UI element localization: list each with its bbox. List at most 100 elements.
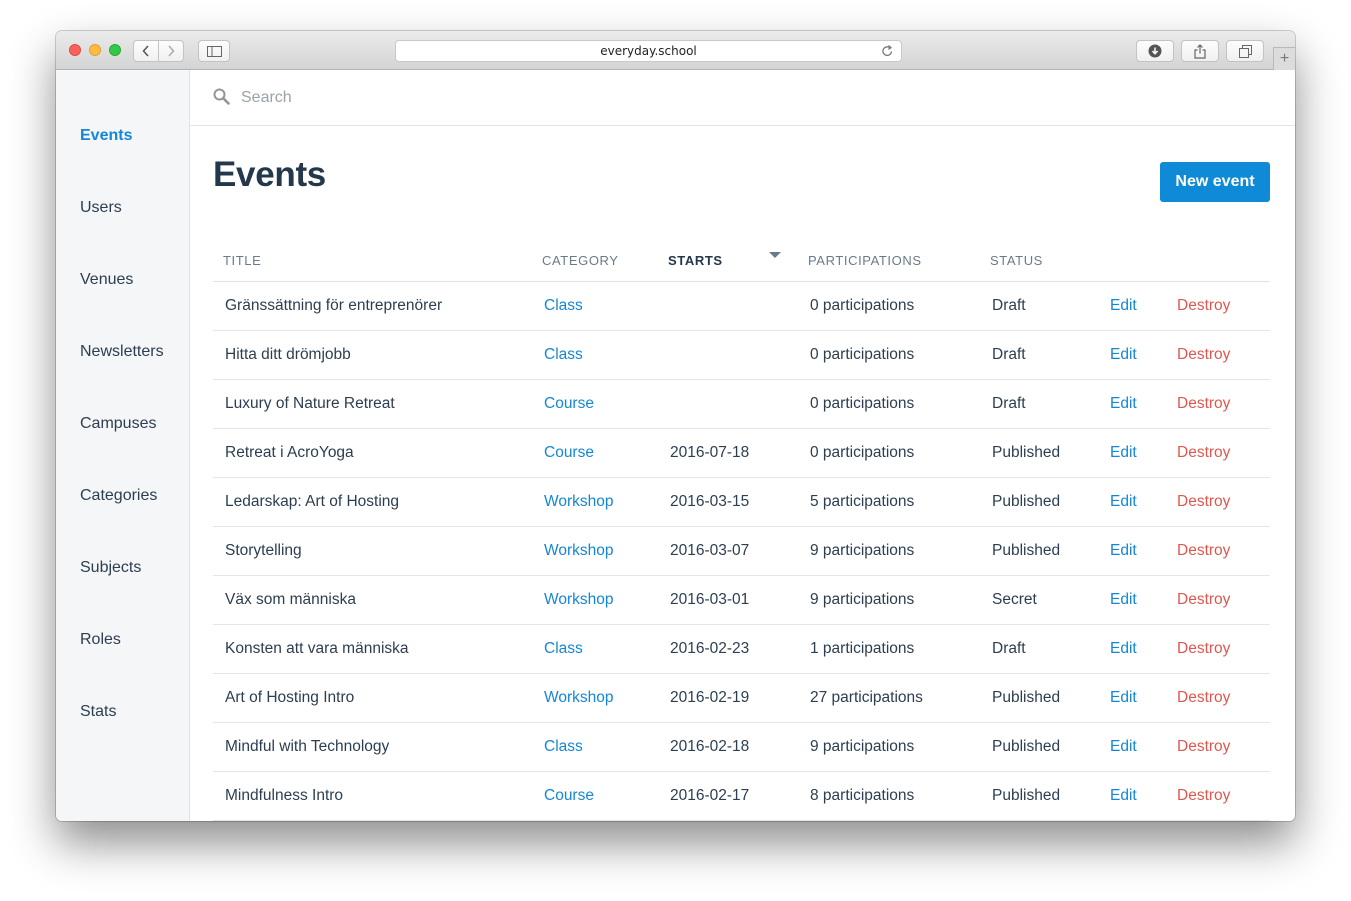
forward-button[interactable] [158,40,184,62]
row-status: Draft [992,297,1026,314]
row-category[interactable]: Workshop [544,591,614,609]
row-category[interactable]: Course [544,395,594,413]
browser-window: everyday.school + Events Users Venues Ne… [56,31,1295,821]
reload-icon[interactable] [881,44,894,58]
new-tab-button[interactable]: + [1273,47,1295,70]
sidebar-item-newsletters[interactable]: Newsletters [80,343,164,361]
edit-link[interactable]: Edit [1110,689,1137,707]
share-button[interactable] [1181,40,1219,62]
events-table: Title Category Starts Participations Sta… [213,240,1270,821]
row-title: Gränssättning för entreprenörer [225,297,443,314]
edit-link[interactable]: Edit [1110,346,1137,364]
download-icon [1148,44,1162,58]
destroy-link[interactable]: Destroy [1177,640,1230,658]
row-status: Published [992,738,1061,755]
sidebar-toggle-button[interactable] [198,40,230,62]
edit-link[interactable]: Edit [1110,542,1137,560]
row-status: Published [992,444,1061,461]
row-status: Published [992,542,1061,559]
row-category[interactable]: Class [544,346,583,364]
row-category[interactable]: Course [544,444,594,462]
row-participations: 0 participations [810,297,915,314]
minimize-window-button[interactable] [89,44,101,56]
destroy-link[interactable]: Destroy [1177,542,1230,560]
column-header-starts[interactable]: Starts [668,253,723,268]
sidebar-item-events[interactable]: Events [80,127,132,145]
row-category[interactable]: Class [544,297,583,315]
row-status: Secret [992,591,1037,608]
back-button[interactable] [133,40,159,62]
sidebar-item-venues[interactable]: Venues [80,271,133,289]
row-status: Draft [992,640,1026,657]
sort-desc-icon[interactable] [769,252,781,259]
row-category[interactable]: Workshop [544,542,614,560]
destroy-link[interactable]: Destroy [1177,444,1230,462]
row-starts: 2016-02-17 [670,787,750,804]
column-header-category[interactable]: Category [542,253,619,268]
row-participations: 27 participations [810,689,923,706]
column-header-title[interactable]: Title [223,253,261,268]
search-icon [213,88,230,105]
destroy-link[interactable]: Destroy [1177,297,1230,315]
edit-link[interactable]: Edit [1110,493,1137,511]
browser-titlebar: everyday.school + [56,31,1295,70]
edit-link[interactable]: Edit [1110,395,1137,413]
destroy-link[interactable]: Destroy [1177,787,1230,805]
downloads-button[interactable] [1136,40,1174,62]
row-participations: 0 participations [810,444,915,461]
sidebar-item-subjects[interactable]: Subjects [80,559,141,577]
search-bar [190,70,1295,126]
zoom-window-button[interactable] [109,44,121,56]
close-window-button[interactable] [69,44,81,56]
row-participations: 9 participations [810,542,915,559]
row-title: Mindfulness Intro [225,787,344,804]
sidebar-item-stats[interactable]: Stats [80,703,116,721]
row-starts: 2016-03-07 [670,542,750,559]
edit-link[interactable]: Edit [1110,444,1137,462]
row-starts: 2016-02-18 [670,738,750,755]
sidebar-icon [206,45,222,57]
destroy-link[interactable]: Destroy [1177,395,1230,413]
row-title: Storytelling [225,542,302,559]
sidebar-item-campuses[interactable]: Campuses [80,415,156,433]
address-bar[interactable]: everyday.school [395,40,902,62]
row-category[interactable]: Workshop [544,493,614,511]
row-category[interactable]: Workshop [544,689,614,707]
column-header-participations[interactable]: Participations [808,253,922,268]
row-category[interactable]: Class [544,640,583,658]
row-category[interactable]: Course [544,787,594,805]
table-row: Storytelling Workshop 2016-03-07 9 particip… [213,527,1270,576]
edit-link[interactable]: Edit [1110,787,1137,805]
row-category[interactable]: Class [544,738,583,756]
destroy-link[interactable]: Destroy [1177,346,1230,364]
edit-link[interactable]: Edit [1110,591,1137,609]
search-input[interactable] [241,86,841,110]
edit-link[interactable]: Edit [1110,738,1137,756]
row-participations: 9 participations [810,591,915,608]
sidebar-item-users[interactable]: Users [80,199,122,217]
table-row: Ledarskap: Art of Hosting Workshop 2016-03… [213,478,1270,527]
new-event-button[interactable]: New event [1160,162,1270,202]
row-participations: 0 participations [810,346,915,363]
page-title: Events [213,155,326,194]
sidebar-item-categories[interactable]: Categories [80,487,157,505]
edit-link[interactable]: Edit [1110,640,1137,658]
edit-link[interactable]: Edit [1110,297,1137,315]
destroy-link[interactable]: Destroy [1177,689,1230,707]
row-status: Draft [992,346,1026,363]
row-status: Published [992,787,1061,804]
row-title: Konsten att vara människa [225,640,409,657]
destroy-link[interactable]: Destroy [1177,493,1230,511]
sidebar-item-roles[interactable]: Roles [80,631,121,649]
destroy-link[interactable]: Destroy [1177,591,1230,609]
url-text: everyday.school [600,44,697,58]
plus-icon: + [1279,50,1290,67]
tab-overview-button[interactable] [1226,40,1264,62]
table-row: Hitta ditt drömjobb Class 0 participations… [213,331,1270,380]
row-starts: 2016-03-15 [670,493,750,510]
table-row: Väx som människa Workshop 2016-03-01 9 part… [213,576,1270,625]
row-starts: 2016-07-18 [670,444,750,461]
row-starts: 2016-02-19 [670,689,750,706]
destroy-link[interactable]: Destroy [1177,738,1230,756]
column-header-status[interactable]: Status [990,253,1043,268]
